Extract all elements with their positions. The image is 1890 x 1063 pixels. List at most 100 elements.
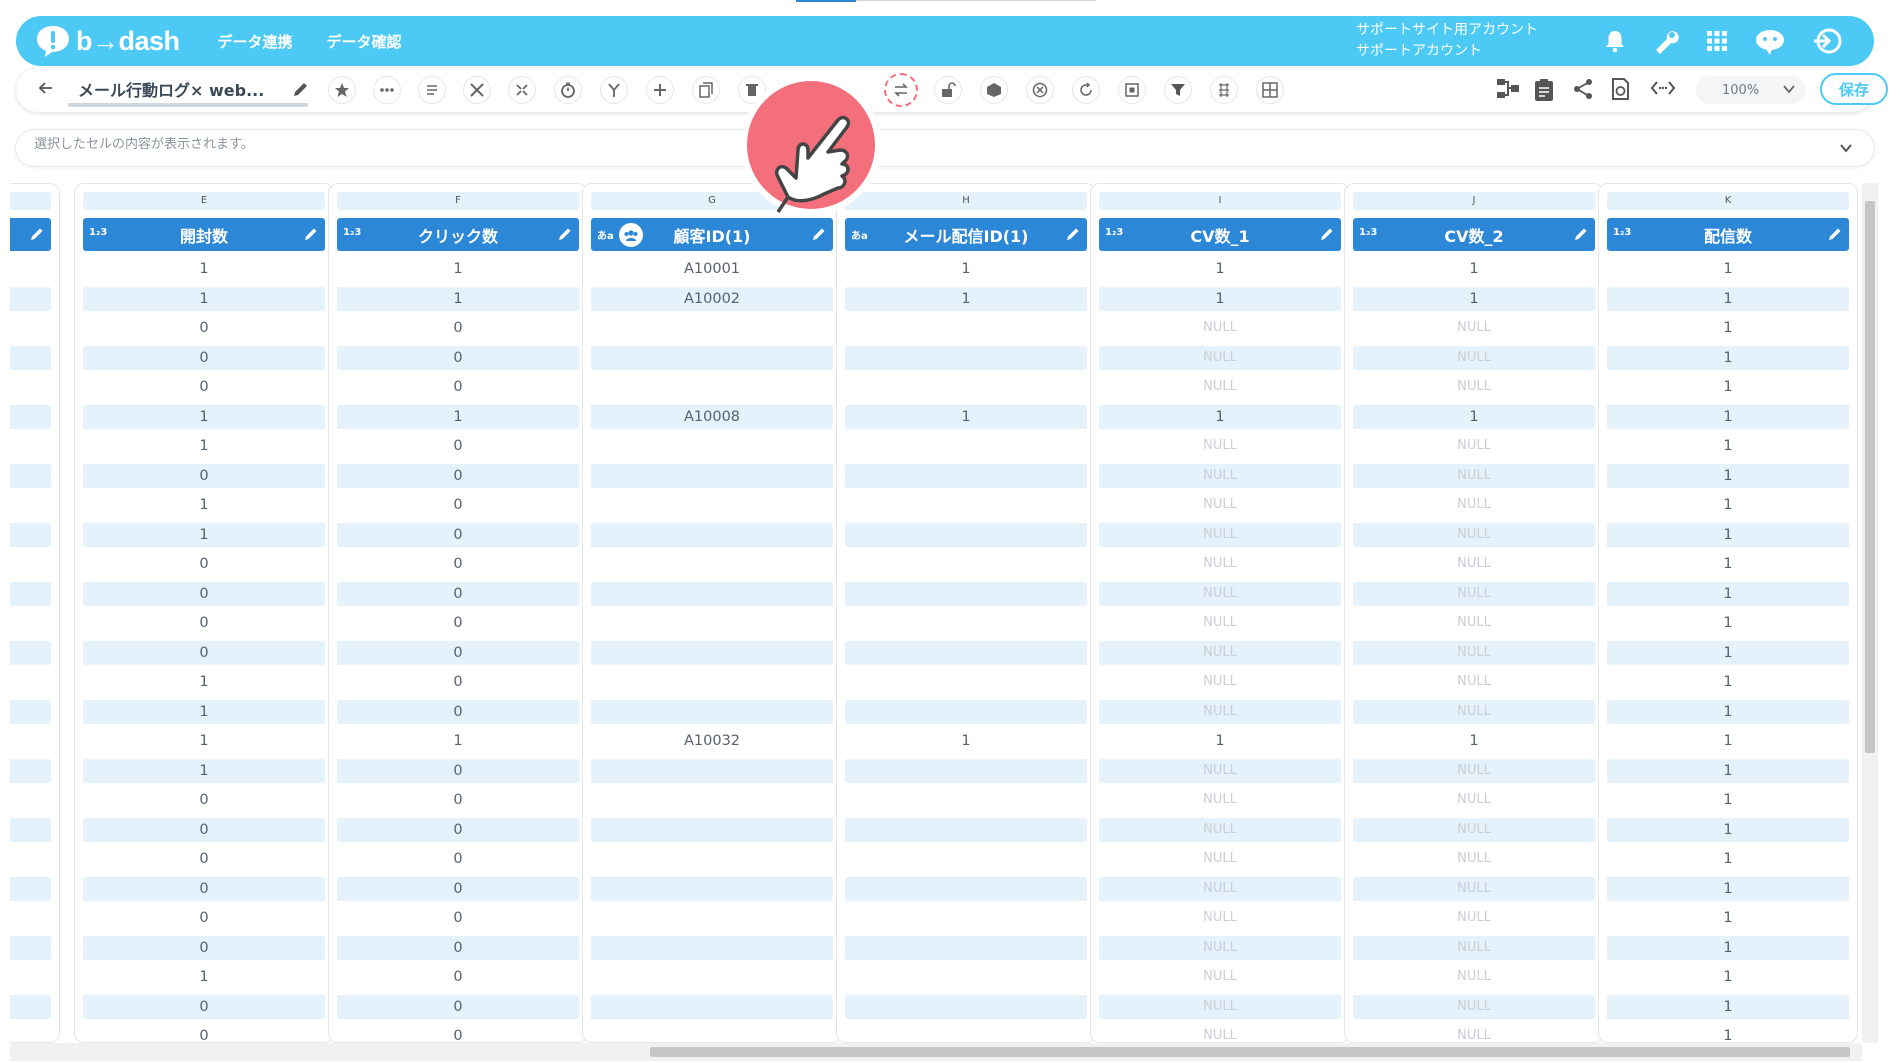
table-cell[interactable] — [591, 345, 833, 370]
table-cell[interactable]: 1 — [1607, 876, 1849, 901]
table-cell[interactable]: 0 — [83, 316, 325, 340]
table-cell[interactable] — [591, 699, 833, 724]
table-cell[interactable]: 1 — [83, 434, 325, 458]
table-cell[interactable]: NULL — [1099, 493, 1341, 517]
expand-icon[interactable] — [508, 76, 536, 104]
table-cell[interactable]: 0 — [337, 847, 579, 871]
table-cell[interactable]: 0 — [337, 758, 579, 783]
table-cell[interactable]: NULL — [1353, 316, 1595, 340]
grid-apps-icon[interactable] — [1706, 30, 1728, 52]
table-cell[interactable] — [591, 552, 833, 576]
table-cell[interactable]: 1 — [337, 286, 579, 311]
table-cell[interactable]: NULL — [1353, 581, 1595, 606]
table-cell[interactable]: NULL — [1099, 670, 1341, 694]
customer-group-icon[interactable] — [619, 223, 643, 247]
table-cell[interactable] — [591, 493, 833, 517]
flow-icon[interactable] — [1496, 78, 1520, 100]
table-cell[interactable]: 1 — [83, 758, 325, 783]
table-cell[interactable]: 0 — [83, 935, 325, 960]
table-cell[interactable]: 1 — [337, 257, 579, 281]
column-header[interactable]: あa メール配信ID(1) — [845, 218, 1087, 251]
table-cell[interactable]: 0 — [337, 876, 579, 901]
edit-column-icon[interactable] — [811, 226, 827, 246]
table-cell[interactable]: NULL — [1099, 522, 1341, 547]
table-cell[interactable]: NULL — [1099, 581, 1341, 606]
table-cell[interactable]: 0 — [337, 1024, 579, 1043]
table-cell[interactable]: 0 — [83, 552, 325, 576]
table-cell[interactable]: NULL — [1099, 965, 1341, 989]
table-cell[interactable] — [10, 581, 51, 606]
table-cell[interactable]: 1 — [83, 493, 325, 517]
table-cell[interactable]: NULL — [1099, 906, 1341, 930]
table-cell[interactable] — [845, 906, 1087, 930]
table-cell[interactable]: A10008 — [591, 404, 833, 429]
edit-column-icon[interactable] — [557, 226, 573, 246]
table-cell[interactable]: 0 — [337, 611, 579, 635]
table-cell[interactable]: 1 — [83, 729, 325, 753]
table-cell[interactable]: 1 — [83, 286, 325, 311]
table-cell[interactable] — [591, 965, 833, 989]
box-icon[interactable] — [980, 76, 1008, 104]
column-letter[interactable] — [10, 192, 51, 210]
table-cell[interactable] — [10, 876, 51, 901]
table-cell[interactable]: 1 — [845, 404, 1087, 429]
table-cell[interactable]: 1 — [1607, 965, 1849, 989]
table-cell[interactable]: 1 — [83, 404, 325, 429]
table-icon[interactable] — [1256, 76, 1284, 104]
table-cell[interactable]: 0 — [337, 788, 579, 812]
column-header[interactable]: 1₂3 CV数_1 — [1099, 218, 1341, 251]
table-cell[interactable]: 1 — [1607, 994, 1849, 1019]
table-cell[interactable]: 1 — [1607, 345, 1849, 370]
table-cell[interactable]: 0 — [83, 345, 325, 370]
zoom-select[interactable]: 100% — [1696, 76, 1806, 104]
table-cell[interactable]: 0 — [83, 906, 325, 930]
table-cell[interactable] — [591, 640, 833, 665]
edit-column-icon[interactable] — [1319, 226, 1335, 246]
table-cell[interactable]: 1 — [1607, 670, 1849, 694]
table-cell[interactable] — [591, 611, 833, 635]
table-cell[interactable]: 0 — [337, 817, 579, 842]
table-cell[interactable]: 0 — [83, 817, 325, 842]
table-cell[interactable] — [845, 345, 1087, 370]
table-cell[interactable]: NULL — [1353, 847, 1595, 871]
vertical-scroll-thumb[interactable] — [1865, 201, 1875, 753]
table-cell[interactable] — [845, 965, 1087, 989]
table-cell[interactable]: 1 — [83, 699, 325, 724]
table-cell[interactable]: 1 — [83, 965, 325, 989]
bell-icon[interactable] — [1604, 29, 1626, 53]
nav-data-integration[interactable]: データ連携 — [218, 31, 293, 52]
refresh-code-icon[interactable] — [1072, 76, 1100, 104]
table-cell[interactable]: 0 — [337, 522, 579, 547]
table-cell[interactable]: 0 — [83, 463, 325, 488]
table-cell[interactable]: 0 — [337, 965, 579, 989]
table-cell[interactable] — [845, 375, 1087, 399]
table-cell[interactable] — [591, 847, 833, 871]
table-cell[interactable] — [10, 729, 51, 753]
table-cell[interactable]: 1 — [1607, 463, 1849, 488]
table-cell[interactable] — [10, 345, 51, 370]
table-cell[interactable]: NULL — [1353, 1024, 1595, 1043]
table-cell[interactable]: NULL — [1099, 876, 1341, 901]
table-cell[interactable]: NULL — [1099, 994, 1341, 1019]
table-cell[interactable]: NULL — [1099, 552, 1341, 576]
table-cell[interactable] — [591, 935, 833, 960]
table-cell[interactable] — [845, 994, 1087, 1019]
table-cell[interactable]: NULL — [1099, 935, 1341, 960]
edit-title-icon[interactable] — [292, 80, 310, 98]
edit-column-icon[interactable] — [303, 226, 319, 246]
table-cell[interactable]: 1 — [1099, 729, 1341, 753]
table-cell[interactable]: 0 — [337, 345, 579, 370]
table-cell[interactable]: 0 — [83, 611, 325, 635]
table-cell[interactable] — [845, 876, 1087, 901]
table-cell[interactable]: 1 — [845, 286, 1087, 311]
unlock-icon[interactable] — [934, 76, 962, 104]
table-cell[interactable] — [10, 286, 51, 311]
table-cell[interactable] — [591, 434, 833, 458]
table-cell[interactable] — [10, 817, 51, 842]
table-cell[interactable]: 1 — [845, 257, 1087, 281]
copy-icon[interactable] — [692, 76, 720, 104]
table-cell[interactable]: 1 — [1353, 286, 1595, 311]
table-cell[interactable] — [10, 1024, 51, 1043]
table-cell[interactable]: 0 — [337, 316, 579, 340]
table-cell[interactable] — [10, 935, 51, 960]
